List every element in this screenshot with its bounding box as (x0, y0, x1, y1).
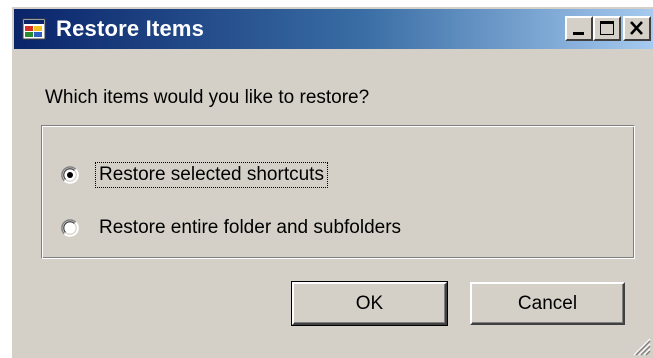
cancel-button[interactable]: Cancel (470, 282, 625, 325)
option-label[interactable]: Restore selected shortcuts (95, 162, 328, 188)
restore-items-dialog: Restore Items Which items would you like… (10, 5, 653, 358)
close-button[interactable] (623, 16, 651, 41)
resize-grip-icon[interactable] (629, 334, 651, 356)
maximize-icon (600, 21, 614, 35)
ok-button[interactable]: OK (291, 281, 448, 326)
maximize-button[interactable] (593, 16, 621, 41)
restore-app-icon (22, 17, 46, 41)
title-bar[interactable]: Restore Items (14, 9, 653, 49)
restore-question-label: Which items would you like to restore? (45, 87, 370, 108)
close-icon (630, 21, 643, 35)
minimize-button[interactable] (565, 16, 593, 41)
option-label[interactable]: Restore entire folder and subfolders (95, 215, 405, 241)
window-title: Restore Items (56, 16, 205, 41)
radio-button-selected[interactable] (61, 166, 79, 184)
option-restore-entire-folder[interactable]: Restore entire folder and subfolders (61, 213, 405, 243)
minimize-icon (573, 32, 584, 35)
option-restore-selected-shortcuts[interactable]: Restore selected shortcuts (61, 160, 328, 190)
radio-button-unselected[interactable] (61, 219, 79, 237)
